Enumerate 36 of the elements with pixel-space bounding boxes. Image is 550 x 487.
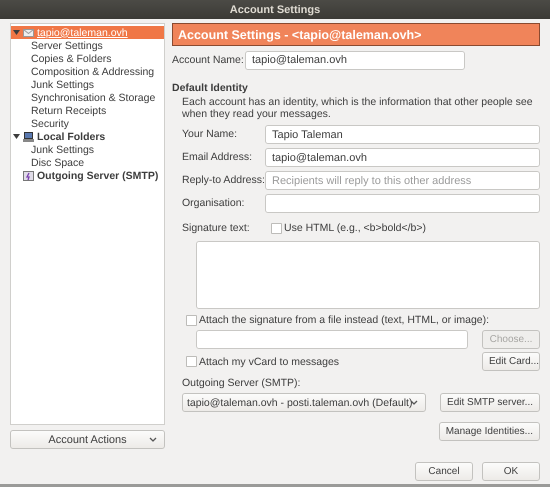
dialog-button[interactable]: OK (482, 462, 540, 481)
field-label: Signature text: (182, 222, 251, 234)
tree-item[interactable]: Junk Settings (11, 78, 164, 91)
tree-item[interactable]: Server Settings (11, 39, 164, 52)
field-label: Organisation: (182, 197, 246, 210)
tree-item[interactable]: Local Folders (11, 130, 164, 143)
window-title: Account Settings (230, 4, 320, 16)
tree-item[interactable]: Composition & Addressing (11, 65, 164, 78)
tree-item[interactable]: Security (11, 117, 164, 130)
field-label: Reply-to Address: (182, 174, 265, 187)
edit-card-button[interactable]: Edit Card... (482, 352, 540, 371)
section-heading: Default Identity (172, 82, 249, 94)
smtp-server-dropdown[interactable]: tapio@taleman.ovh - posti.taleman.ovh (Default) (182, 393, 426, 412)
field-label: Outgoing Server (SMTP): (182, 376, 302, 390)
tree-item[interactable]: Copies & Folders (11, 52, 164, 65)
text-field[interactable]: Recipients will reply to this other address (265, 171, 540, 190)
field-label: Email Address: (182, 151, 254, 164)
tree-item[interactable]: Disc Space (11, 156, 164, 169)
dialog-button[interactable]: Cancel (415, 462, 473, 481)
section-description: Each account has an identity, which is the information that other people see when they read your messages. (181, 96, 534, 120)
tree-item[interactable]: Junk Settings (11, 143, 164, 156)
account-actions-button[interactable]: Account Actions (10, 430, 165, 449)
tree-item[interactable]: Outgoing Server (SMTP) (11, 169, 164, 182)
text-field[interactable]: tapio@taleman.ovh (265, 148, 540, 167)
tree-item[interactable]: Return Receipts (11, 104, 164, 117)
checkbox-label: Attach the signature from a file instead (text, HTML, or image): (199, 314, 490, 326)
manage-identities-button[interactable]: Manage Identities... (438, 422, 540, 441)
account-name-field[interactable]: tapio@taleman.ovh (245, 50, 465, 70)
panel-header: Account Settings - <tapio@taleman.ovh> (172, 23, 540, 46)
checkbox-label: Use HTML (e.g., <b>bold</b>) (284, 222, 426, 234)
edit-smtp-server-button[interactable]: Edit SMTP server... (440, 393, 540, 412)
field-label: Account Name: (172, 54, 245, 66)
tree-item[interactable]: Synchronisation & Storage (11, 91, 164, 104)
field-label: Your Name: (182, 128, 238, 141)
text-field[interactable]: Tapio Taleman (265, 125, 540, 144)
checkbox-label: Attach my vCard to messages (199, 356, 340, 368)
